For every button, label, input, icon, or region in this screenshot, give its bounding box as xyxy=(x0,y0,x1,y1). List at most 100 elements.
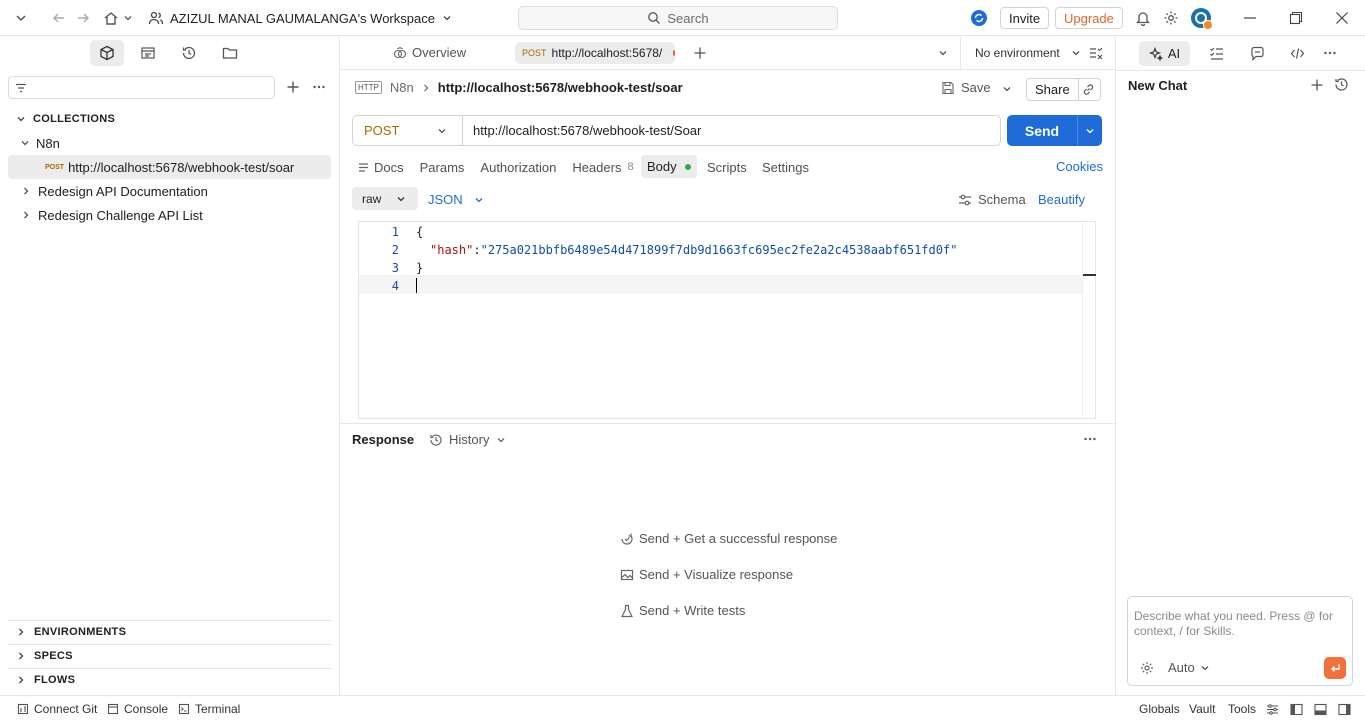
chevron-down-icon xyxy=(1070,47,1082,59)
global-search[interactable]: Search xyxy=(518,6,838,30)
tab-headers[interactable]: Headers xyxy=(572,160,621,175)
flows-section[interactable]: FLOWS xyxy=(17,674,75,686)
tree-item-n8n[interactable]: N8n xyxy=(20,131,60,155)
sidebar-tabs xyxy=(90,40,247,66)
chat-send-button[interactable] xyxy=(1324,657,1346,679)
tab-overview[interactable]: Overview xyxy=(393,45,466,60)
minimize-icon[interactable] xyxy=(1243,11,1257,25)
cube-icon xyxy=(100,45,114,61)
text-cursor xyxy=(416,278,417,293)
breadcrumb-parent[interactable]: N8n xyxy=(390,80,414,95)
tab-active-request[interactable]: POST http://localhost:5678/ xyxy=(515,42,675,64)
panel-more-icon[interactable] xyxy=(1323,46,1337,60)
invite-button[interactable]: Invite xyxy=(1000,7,1050,29)
forward-arrow-icon[interactable] xyxy=(76,11,90,25)
terminal-button[interactable]: Terminal xyxy=(178,702,240,716)
copy-link-button[interactable] xyxy=(1076,78,1101,101)
history-dropdown[interactable]: History xyxy=(429,432,507,447)
new-tab-plus-icon[interactable] xyxy=(693,46,707,60)
comment-icon[interactable] xyxy=(1250,46,1265,61)
save-button[interactable]: Save xyxy=(941,80,991,95)
layout-settings-icon[interactable] xyxy=(1266,703,1279,716)
tabs-overflow-chevron-icon[interactable] xyxy=(937,47,949,59)
breadcrumb-current[interactable]: http://localhost:5678/webhook-test/soar xyxy=(438,80,683,95)
chat-mode-select[interactable]: Auto xyxy=(1168,660,1210,675)
hint-visualize-response[interactable]: Send + Visualize response xyxy=(620,567,793,582)
tree-item-redesign-challenge[interactable]: Redesign Challenge API List xyxy=(22,203,203,227)
hint-write-tests[interactable]: Send + Write tests xyxy=(620,603,745,618)
sidebar-tab-environments[interactable] xyxy=(131,40,165,66)
environments-section[interactable]: ENVIRONMENTS xyxy=(17,626,126,638)
panel-tab-ai[interactable]: AI xyxy=(1139,41,1190,66)
tab-docs[interactable]: Docs xyxy=(374,160,404,175)
scrollbar-thumb[interactable] xyxy=(1083,274,1096,276)
bell-icon[interactable] xyxy=(1135,10,1151,26)
environment-quick-look-icon[interactable] xyxy=(1089,46,1103,60)
home-chevron-icon[interactable] xyxy=(122,12,134,24)
send-label: Send xyxy=(1024,122,1060,139)
home-icon[interactable] xyxy=(103,10,119,26)
beautify-button[interactable]: Beautify xyxy=(1038,192,1085,207)
tree-item-request[interactable]: POST http://localhost:5678/webhook-test/… xyxy=(8,155,331,179)
sidebar-tab-files[interactable] xyxy=(213,40,247,66)
gear-icon[interactable] xyxy=(1163,10,1179,26)
hint-successful-response[interactable]: Send + Get a successful response xyxy=(620,531,837,546)
specs-section[interactable]: SPECS xyxy=(17,650,73,662)
body-format-select[interactable]: JSON xyxy=(428,192,485,207)
tab-params[interactable]: Params xyxy=(420,160,465,175)
add-collection-plus-icon[interactable] xyxy=(286,80,300,94)
breadcrumb: HTTP N8n http://localhost:5678/webhook-t… xyxy=(355,80,683,95)
code-colon: : xyxy=(473,243,481,257)
new-chat-plus-icon[interactable] xyxy=(1310,78,1324,92)
save-chevron-icon[interactable] xyxy=(1001,83,1013,95)
sidebar-tab-collections[interactable] xyxy=(90,40,124,66)
tab-authorization[interactable]: Authorization xyxy=(480,160,556,175)
tab-settings[interactable]: Settings xyxy=(762,160,809,175)
toggle-left-panel-icon[interactable] xyxy=(1290,703,1303,716)
url-input[interactable]: http://localhost:5678/webhook-test/Soar xyxy=(463,123,701,138)
tab-body[interactable]: Body xyxy=(641,155,697,178)
tab-scripts[interactable]: Scripts xyxy=(707,160,747,175)
restore-icon[interactable] xyxy=(1289,11,1303,25)
console-label: Console xyxy=(124,702,169,716)
sync-status-icon[interactable] xyxy=(970,9,988,27)
connect-git-button[interactable]: Connect Git xyxy=(17,702,97,716)
tools-button[interactable]: Tools xyxy=(1228,702,1256,716)
console-button[interactable]: Console xyxy=(107,702,168,716)
response-more-icon[interactable] xyxy=(1083,432,1097,446)
schema-button[interactable]: Schema xyxy=(958,192,1026,207)
headers-count: 8 xyxy=(627,161,634,173)
toggle-bottom-panel-icon[interactable] xyxy=(1314,703,1327,716)
upgrade-button[interactable]: Upgrade xyxy=(1055,7,1123,29)
toggle-right-panel-icon[interactable] xyxy=(1338,703,1351,716)
chat-input[interactable]: Describe what you need. Press @ for cont… xyxy=(1127,596,1353,686)
checklist-icon[interactable] xyxy=(1209,46,1224,61)
sidebar-more-icon[interactable] xyxy=(312,80,326,94)
sidebar-tab-history[interactable] xyxy=(172,40,206,66)
editor-scrollbar[interactable] xyxy=(1082,222,1096,418)
cookies-link[interactable]: Cookies xyxy=(1056,159,1103,174)
send-chevron-icon[interactable] xyxy=(1078,125,1102,137)
code-icon[interactable] xyxy=(1290,46,1305,61)
avatar[interactable] xyxy=(1190,7,1214,31)
globals-button[interactable]: Globals xyxy=(1139,702,1180,716)
body-editor[interactable]: 1 2 3 4 { "hash":"275a021bbfb6489e54d471… xyxy=(358,221,1096,419)
collections-header[interactable]: COLLECTIONS xyxy=(16,112,115,126)
tree-item-redesign-api-docs[interactable]: Redesign API Documentation xyxy=(22,179,208,203)
share-button[interactable]: Share xyxy=(1026,78,1079,101)
back-arrow-icon[interactable] xyxy=(52,11,66,25)
workspace-switcher[interactable]: AZIZUL MANAL GAUMALANGA's Workspace xyxy=(148,9,453,27)
vault-button[interactable]: Vault xyxy=(1189,702,1215,716)
chevron-down-icon xyxy=(16,114,26,124)
chat-settings-gear-icon[interactable] xyxy=(1140,661,1154,675)
chat-history-icon[interactable] xyxy=(1334,77,1349,92)
chevron-down-icon xyxy=(1200,663,1210,673)
environment-label: No environment xyxy=(975,46,1060,60)
method-select[interactable]: POST xyxy=(353,116,463,145)
body-mode-select[interactable]: raw xyxy=(352,187,418,210)
close-icon[interactable] xyxy=(1335,11,1349,25)
environment-select[interactable]: No environment xyxy=(975,46,1082,60)
menu-chevron-icon[interactable] xyxy=(14,11,28,25)
send-button[interactable]: Send xyxy=(1007,115,1102,146)
collection-filter-input[interactable] xyxy=(8,76,275,99)
